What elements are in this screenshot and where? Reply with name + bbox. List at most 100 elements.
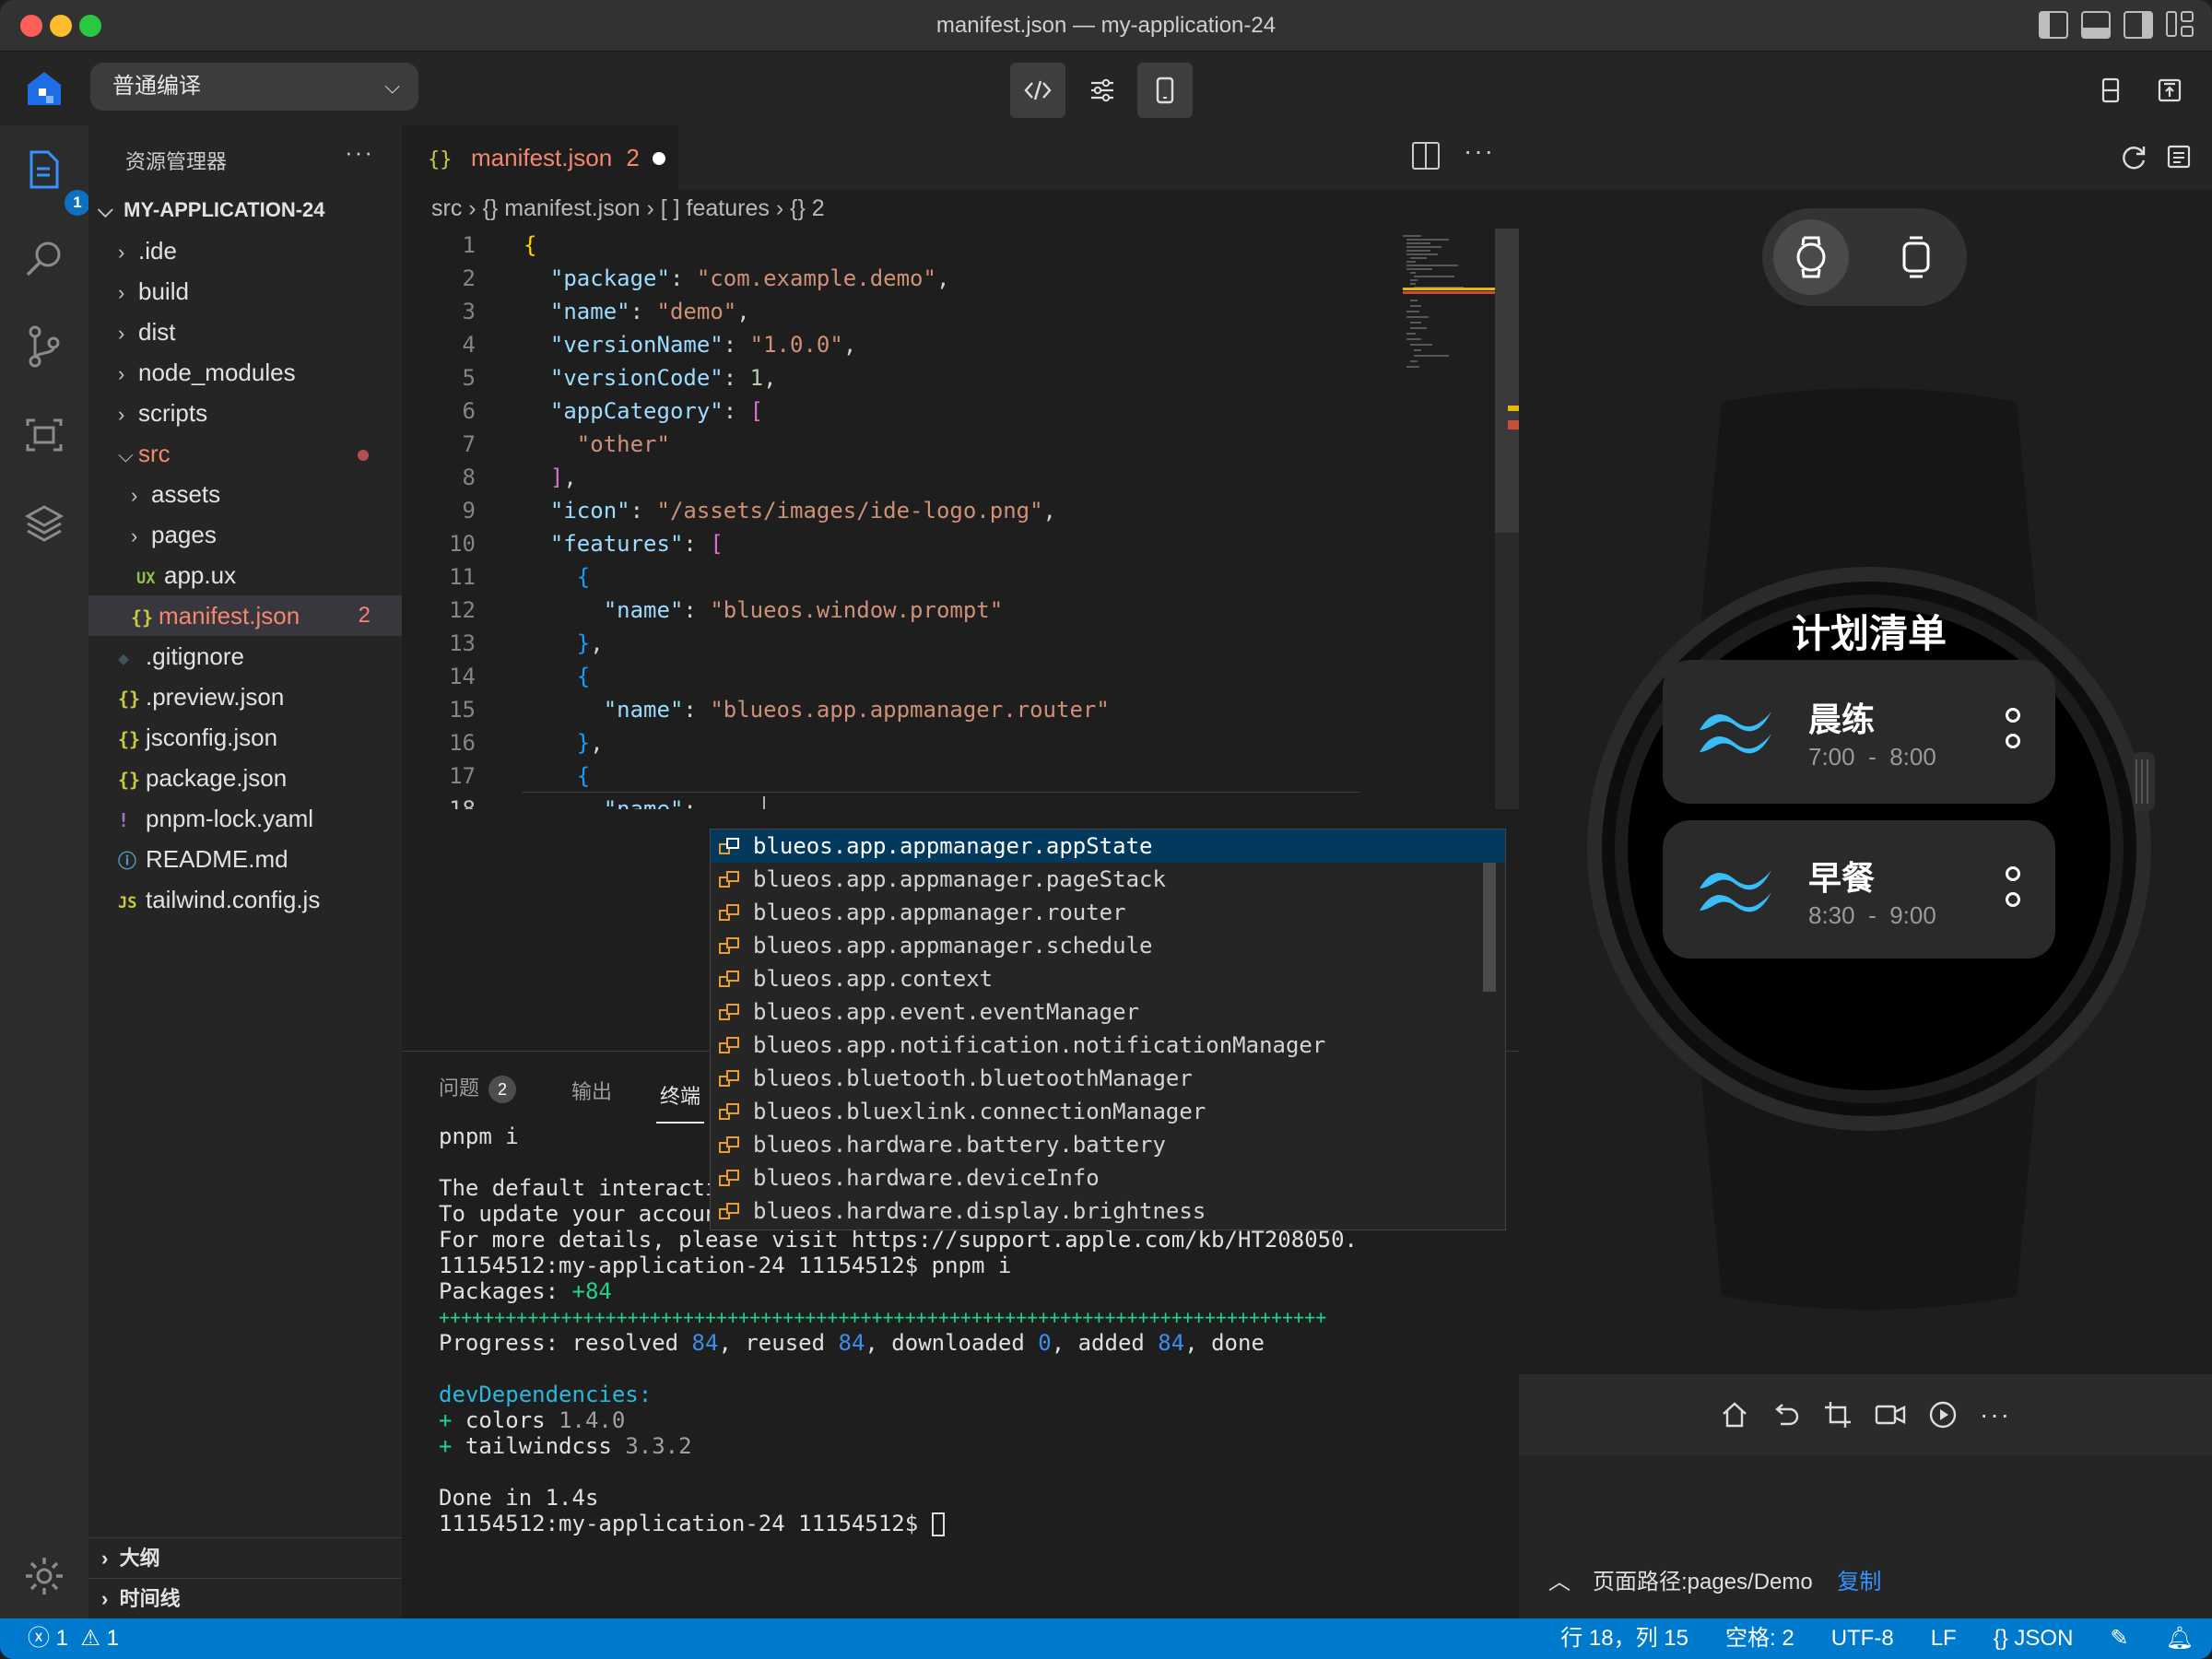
settings-activity[interactable] [20,1552,68,1600]
tree-file-gitignore[interactable]: ◆ .gitignore [88,636,402,677]
editor-more-icon[interactable]: ··· [1464,136,1495,166]
copy-path-link[interactable]: 复制 [1837,1570,1881,1594]
source-control-activity[interactable] [20,323,68,371]
error-dot [358,450,369,461]
language-mode[interactable]: {} JSON [1994,1618,2074,1659]
upload-button[interactable] [2142,63,2197,118]
autocomplete-item[interactable]: blueos.app.appmanager.appState [711,830,1505,863]
breadcrumb-item[interactable]: {} 2 [790,195,825,221]
tab-terminal[interactable]: 终端 [656,1076,704,1124]
autocomplete-item[interactable]: blueos.app.notification.notificationMana… [711,1029,1505,1062]
autocomplete-item[interactable]: blueos.bluexlink.connectionManager [711,1095,1505,1128]
unsaved-dot-icon[interactable] [653,152,665,165]
files-icon [29,150,59,189]
outline-section[interactable]: › 大纲 [88,1537,402,1578]
search-activity[interactable] [20,234,68,282]
feedback-icon[interactable]: ✎ [2110,1618,2128,1659]
tree-file-pnpm-lock[interactable]: ! pnpm-lock.yaml [88,798,402,839]
play-icon[interactable] [1928,1400,1958,1430]
tree-folder-build[interactable]: › build [88,271,402,312]
preview-settings-icon[interactable] [2166,144,2192,170]
status-right: 行 18，列 15 空格: 2 UTF-8 LF {} JSON ✎ 🔔︎ [1560,1618,2194,1659]
plan-card[interactable]: 晨练 7:00 - 8:00 [1663,660,2055,804]
chevron-up-icon[interactable]: ︿ [1548,1547,1571,1618]
tree-file-tailwind-config[interactable]: JS tailwind.config.js [88,879,402,920]
toggle-panel-icon[interactable] [2081,11,2111,39]
settings-sliders-button[interactable] [1075,63,1130,118]
autocomplete-item[interactable]: blueos.app.context [711,962,1505,995]
code-editor[interactable]: 1 {2 "package": "com.example.demo", 3 "nam… [402,229,1519,809]
code-view-button[interactable] [1010,63,1065,118]
refresh-icon[interactable] [2120,144,2147,171]
tree-item-label: src [138,440,171,467]
toggle-secondary-sidebar-icon[interactable] [2124,11,2153,39]
square-watch-option[interactable] [1878,219,1954,295]
autocomplete-item[interactable]: blueos.app.event.eventManager [711,995,1505,1029]
tab-output[interactable]: 输出 [571,1076,612,1105]
tree-folder-node-modules[interactable]: › node_modules [88,352,402,393]
customize-layout-icon[interactable] [2166,11,2195,39]
line-number: 1 [462,232,476,258]
plan-card[interactable]: 早餐 8:30 - 9:00 [1663,820,2055,959]
module-icon [719,1004,739,1020]
terminal-cursor [931,1512,945,1536]
breadcrumb-item[interactable]: [ ] features [661,195,770,221]
autocomplete-item[interactable]: blueos.hardware.display.brightness [711,1194,1505,1228]
device-preview-button[interactable] [1137,63,1193,118]
build-button[interactable] [2083,63,2138,118]
back-icon[interactable] [1771,1400,1801,1430]
tree-folder-dist[interactable]: › dist [88,312,402,352]
timeline-section[interactable]: › 时间线 [88,1578,402,1618]
tree-file-preview-json[interactable]: {} .preview.json [88,677,402,717]
tree-folder-assets[interactable]: › assets [88,474,402,514]
problems-status[interactable]: ⓧ 1 ⚠ 1 [28,1618,119,1659]
autocomplete-item[interactable]: blueos.app.appmanager.schedule [711,929,1505,962]
preview-canvas: 计划清单 晨练 7:00 - 8:00 早餐 8:30 - 9:00 [1519,190,2212,1374]
cursor-position[interactable]: 行 18，列 15 [1560,1618,1688,1659]
tree-folder-src[interactable]: ⌵ src [88,433,402,474]
explorer-more-icon[interactable]: ··· [345,138,374,167]
tree-folder-ide[interactable]: › .ide [88,230,402,271]
preview-activity[interactable] [20,411,68,459]
autocomplete-scrollbar[interactable] [1483,863,1496,992]
tab-manifest-json[interactable]: {} manifest.json 2 [402,125,678,190]
minimap[interactable] [1366,229,1495,413]
more-vertical-icon[interactable] [2006,708,2020,752]
layers-activity[interactable] [20,500,68,547]
autocomplete-item[interactable]: blueos.hardware.battery.battery [711,1128,1505,1161]
tree-file-jsconfig[interactable]: {} jsconfig.json [88,717,402,758]
tree-file-readme[interactable]: ⓘ README.md [88,839,402,879]
home-icon[interactable] [1720,1400,1749,1430]
ux-file-icon: UX [136,570,156,588]
tree-item-label: manifest.json [159,602,300,629]
end-of-line[interactable]: LF [1931,1618,1957,1659]
notifications-bell-icon[interactable]: 🔔︎ [2166,1618,2194,1659]
compile-mode-select[interactable]: 普通编译 ⌵ [90,63,418,111]
explorer-root[interactable]: ⌵ MY-APPLICATION-24 [88,190,402,230]
split-editor-icon[interactable] [1412,142,1440,170]
autocomplete-item[interactable]: blueos.hardware.deviceInfo [711,1161,1505,1194]
autocomplete-item[interactable]: blueos.app.appmanager.pageStack [711,863,1505,896]
tab-problems[interactable]: 问题 2 [439,1072,517,1103]
record-video-icon[interactable] [1875,1400,1906,1430]
tree-file-app-ux[interactable]: UX app.ux [88,555,402,595]
breadcrumb-item[interactable]: src [431,195,462,221]
more-vertical-icon[interactable] [2006,866,2020,911]
autocomplete-item[interactable]: blueos.app.appmanager.router [711,896,1505,929]
tree-folder-scripts[interactable]: › scripts [88,393,402,433]
tree-file-package-json[interactable]: {} package.json [88,758,402,798]
autocomplete-item[interactable]: blueos.bluetooth.bluetoothManager [711,1062,1505,1095]
tree-file-manifest[interactable]: {} manifest.json 2 [88,595,402,636]
crop-icon[interactable] [1823,1400,1853,1430]
indentation[interactable]: 空格: 2 [1725,1618,1794,1659]
encoding[interactable]: UTF-8 [1831,1618,1894,1659]
round-watch-option[interactable] [1773,219,1849,295]
tree-folder-pages[interactable]: › pages [88,514,402,555]
line-number: 11 [449,564,476,590]
toggle-sidebar-icon[interactable] [2039,11,2068,39]
editor-scrollbar[interactable] [1495,229,1519,809]
breadcrumb-item[interactable]: {} manifest.json [483,195,641,221]
explorer-activity[interactable]: 1 [20,146,90,216]
module-icon [719,1037,739,1053]
more-icon[interactable]: ··· [1980,1400,2011,1430]
